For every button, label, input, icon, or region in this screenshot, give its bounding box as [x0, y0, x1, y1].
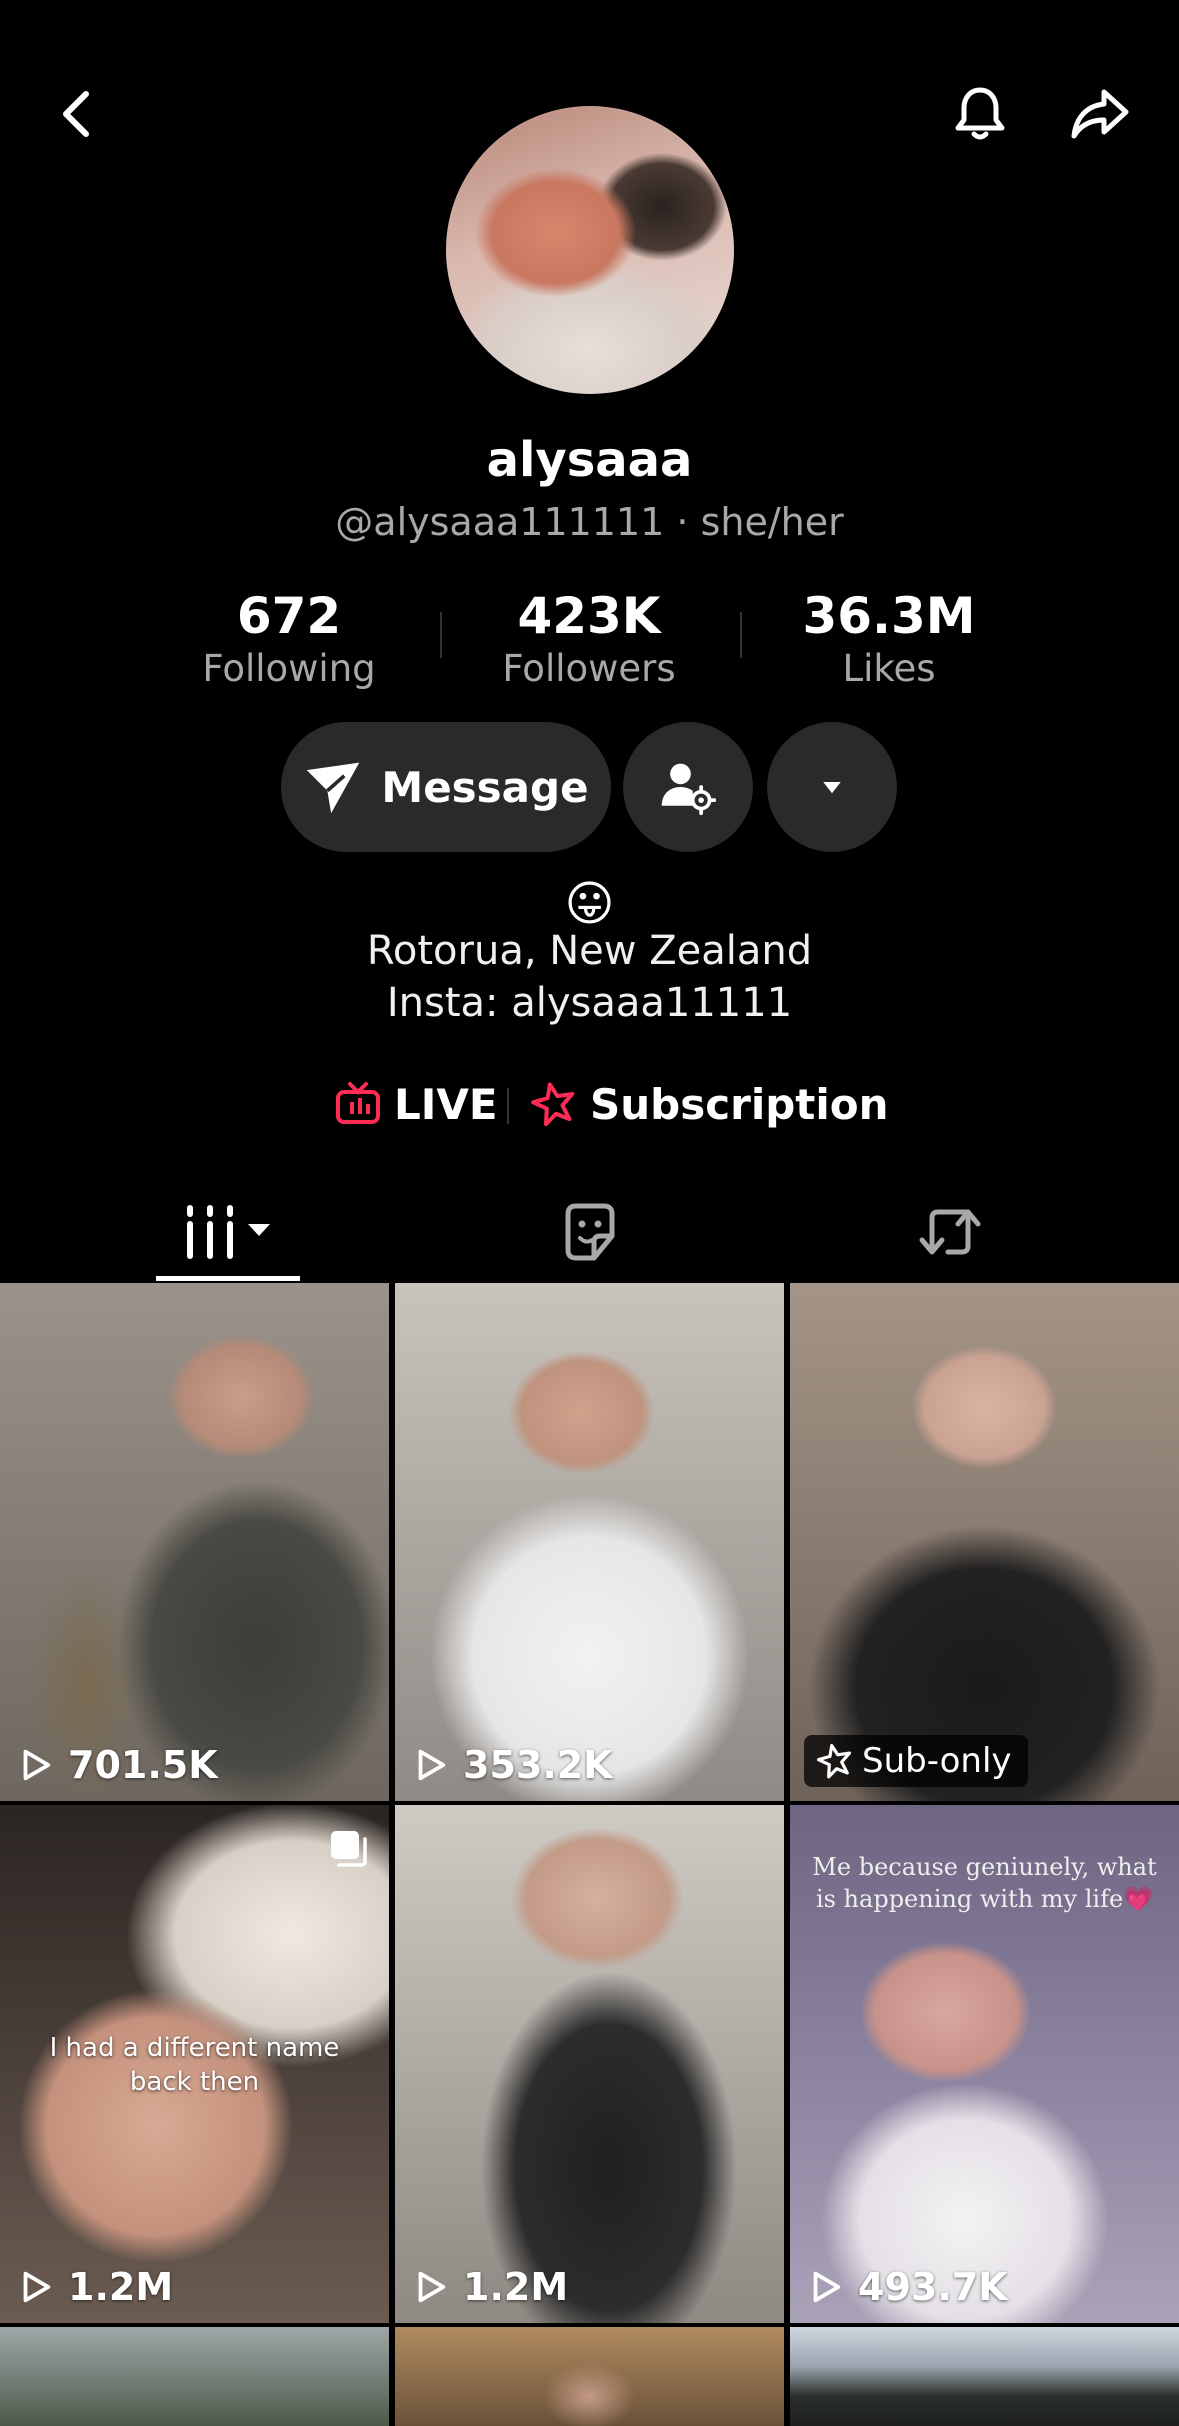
tab-reposts[interactable]	[900, 1182, 1000, 1282]
view-count: 701.5K	[16, 1743, 218, 1787]
stat-likes[interactable]: 36.3M Likes	[769, 586, 1009, 692]
person-gear-icon	[661, 763, 717, 816]
star-icon	[816, 1743, 852, 1779]
multi-photo-icon	[331, 1831, 367, 1867]
play-icon	[418, 1749, 446, 1781]
play-icon	[23, 1749, 51, 1781]
paper-plane-icon	[307, 762, 360, 814]
live-link[interactable]: LIVE	[334, 1074, 498, 1134]
stat-followers[interactable]: 423K Followers	[469, 586, 709, 692]
video-tile[interactable]	[790, 2327, 1179, 2426]
chevron-left-icon	[63, 91, 89, 137]
repost-icon	[919, 1209, 981, 1255]
bell-icon	[955, 87, 1005, 140]
share-arrow-icon	[1071, 89, 1129, 139]
follow-settings-button[interactable]	[623, 722, 753, 852]
display-name: alysaaa	[486, 432, 693, 488]
sub-only-label: Sub-only	[862, 1741, 1012, 1781]
play-icon	[23, 2271, 51, 2303]
view-count: 493.7K	[806, 2265, 1008, 2309]
followers-label: Followers	[502, 647, 676, 690]
message-button[interactable]: Message	[281, 722, 611, 852]
play-icon	[418, 2271, 446, 2303]
tab-active-indicator	[156, 1276, 300, 1281]
video-tile[interactable]: 1.2M	[395, 1805, 784, 2323]
following-label: Following	[202, 647, 376, 690]
likes-label: Likes	[842, 647, 936, 690]
star-icon	[531, 1082, 575, 1127]
video-tile[interactable]: 353.2K	[395, 1283, 784, 1801]
sticker-icon	[565, 1203, 615, 1261]
handle-pronouns: @alysaaa111111 · she/her	[335, 500, 844, 544]
sub-only-badge: Sub-only	[804, 1735, 1028, 1787]
view-count-text: 493.7K	[858, 2265, 1008, 2309]
video-tile[interactable]: 701.5K	[0, 1283, 389, 1801]
notification-bell-button[interactable]	[944, 78, 1016, 150]
view-count: 1.2M	[16, 2265, 173, 2309]
video-tile[interactable]: I had a different name back then 1.2M	[0, 1805, 389, 2323]
bio-insta: Insta: alysaaa11111	[386, 980, 793, 1026]
stat-following[interactable]: 672 Following	[169, 586, 409, 692]
video-caption: Me because geniunely, what is happening …	[812, 1853, 1157, 1913]
stat-divider	[740, 612, 742, 658]
message-label: Message	[381, 762, 589, 812]
stat-divider	[440, 612, 442, 658]
video-tile[interactable]	[395, 2327, 784, 2426]
subscription-label: Subscription	[590, 1079, 889, 1129]
video-tile[interactable]: Sub-only	[790, 1283, 1179, 1801]
view-count: 1.2M	[411, 2265, 568, 2309]
subscription-link[interactable]: Subscription	[530, 1074, 889, 1134]
followers-count: 423K	[517, 587, 661, 645]
tv-live-icon	[336, 1082, 380, 1124]
view-count: 353.2K	[411, 1743, 613, 1787]
link-divider	[507, 1088, 509, 1124]
live-label: LIVE	[394, 1079, 498, 1129]
caret-down-icon	[823, 782, 841, 794]
video-tile[interactable]: Me because geniunely, what is happening …	[790, 1805, 1179, 2323]
bio-emoji: 😛	[564, 876, 615, 932]
more-options-button[interactable]	[767, 722, 897, 852]
view-count-text: 1.2M	[68, 2265, 174, 2309]
play-icon	[813, 2271, 841, 2303]
view-count-text: 701.5K	[68, 1743, 218, 1787]
share-button[interactable]	[1064, 78, 1136, 150]
tab-favorites[interactable]	[540, 1182, 640, 1282]
video-overlay-text: I had a different name back then	[49, 2033, 340, 2097]
avatar[interactable]	[446, 106, 734, 394]
view-count-text: 353.2K	[463, 1743, 613, 1787]
likes-count: 36.3M	[802, 587, 976, 645]
grid-columns-icon	[187, 1205, 270, 1259]
view-count-text: 1.2M	[463, 2265, 569, 2309]
bio-location: Rotorua, New Zealand	[366, 928, 813, 974]
following-count: 672	[236, 587, 342, 645]
tab-videos[interactable]	[156, 1182, 300, 1282]
video-tile[interactable]	[0, 2327, 389, 2426]
back-button[interactable]	[42, 78, 114, 150]
